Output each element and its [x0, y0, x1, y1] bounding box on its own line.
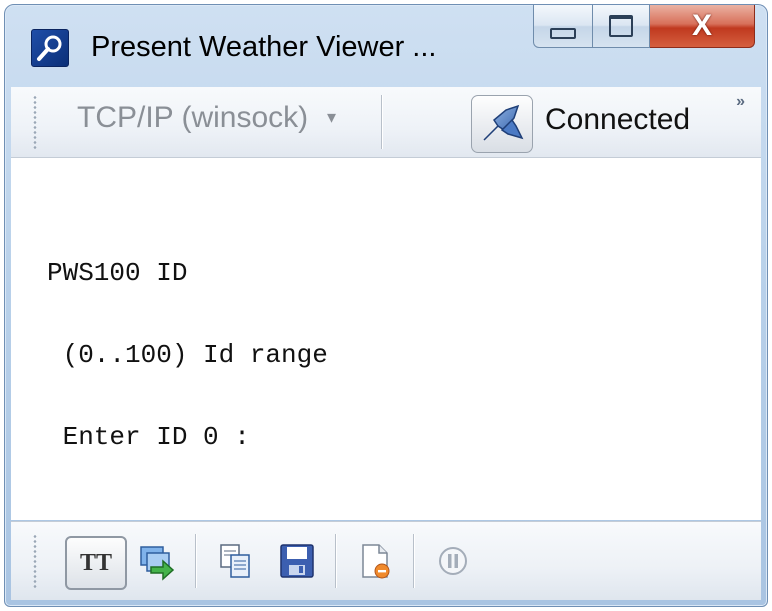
- terminal-output[interactable]: PWS100 ID (0..100) Id range Enter ID 0 :: [11, 158, 761, 520]
- save-button[interactable]: [271, 534, 323, 588]
- save-icon: [280, 544, 314, 578]
- connection-toolbar: TCP/IP (winsock) ▾ Connected »: [11, 87, 761, 158]
- terminal-line: PWS100 ID: [47, 258, 188, 288]
- clear-log-icon: [362, 544, 390, 579]
- clear-log-button[interactable]: [349, 534, 401, 588]
- toolbar-separator: [195, 534, 196, 588]
- close-icon: X: [691, 9, 712, 42]
- pause-icon: [439, 547, 467, 575]
- toolbar-separator: [381, 95, 382, 149]
- toolbar-separator: [335, 534, 336, 588]
- copy-icon: [220, 544, 250, 578]
- toolbar-grip[interactable]: [33, 95, 37, 149]
- close-button[interactable]: X: [650, 5, 755, 48]
- connection-status-label: Connected: [545, 103, 691, 136]
- app-magnifier-icon[interactable]: [31, 29, 69, 67]
- maximize-button[interactable]: [593, 5, 650, 48]
- window-title: Present Weather Viewer ...: [91, 31, 437, 63]
- text-mode-button[interactable]: TT: [65, 536, 127, 590]
- chevron-down-icon[interactable]: ▾: [327, 107, 336, 128]
- copy-button[interactable]: [209, 534, 261, 588]
- toolbar-grip[interactable]: [33, 534, 37, 588]
- app-window: Present Weather Viewer ... X TCP/IP (win…: [4, 4, 768, 607]
- terminal-line: Enter ID 0 :: [47, 422, 250, 452]
- bottom-toolbar: TT: [11, 521, 761, 600]
- text-mode-icon: TT: [79, 549, 112, 576]
- toolbar-separator: [413, 534, 414, 588]
- caption-buttons: X: [533, 5, 755, 49]
- send-icon: [140, 546, 175, 581]
- minimize-icon: [550, 27, 576, 39]
- title-bar[interactable]: Present Weather Viewer ... X: [5, 5, 767, 79]
- pause-button[interactable]: [427, 534, 479, 588]
- minimize-button[interactable]: [533, 5, 593, 48]
- send-button[interactable]: [131, 534, 183, 588]
- connection-status-icon[interactable]: [471, 95, 533, 153]
- maximize-icon: [609, 15, 633, 37]
- toolbar-overflow-chevron-icon[interactable]: »: [736, 93, 745, 111]
- connection-type-dropdown[interactable]: TCP/IP (winsock): [77, 101, 308, 135]
- terminal-line: (0..100) Id range: [47, 340, 328, 370]
